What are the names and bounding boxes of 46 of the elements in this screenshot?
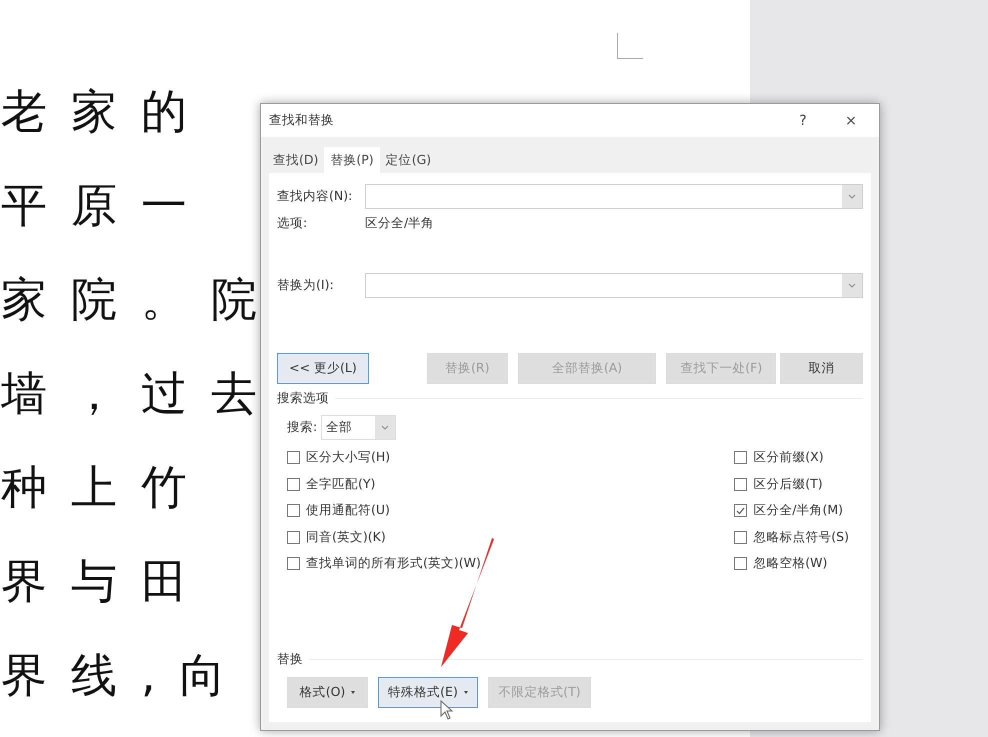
checkbox[interactable] (287, 530, 300, 544)
checkbox[interactable] (734, 530, 748, 544)
section-heading: 替换 (277, 651, 303, 668)
checkbox[interactable] (287, 478, 300, 490)
checkbox[interactable] (287, 504, 300, 517)
field-label: 查找内容(N): (277, 188, 354, 205)
dropdown-value: 全部 (325, 419, 354, 436)
document-text: 平原一 (1, 178, 211, 232)
document-text: 界与田 (1, 554, 211, 608)
options-label: 选项: (277, 215, 308, 232)
format-button[interactable]: 特殊格式(E) (378, 677, 478, 708)
checkbox-option[interactable]: 区分前缀(X) (734, 448, 849, 467)
checkbox-option[interactable]: 全字匹配(Y) (287, 474, 481, 494)
chevron-down-icon (381, 425, 390, 430)
checkbox[interactable] (734, 478, 748, 490)
search-label: 搜索: (287, 419, 318, 436)
close-button[interactable]: × (831, 112, 871, 128)
checkbox-option[interactable]: 忽略空格(W) (734, 554, 849, 573)
checkbox-option[interactable]: 区分大小写(H) (287, 448, 481, 467)
checkbox-option[interactable]: 同音(英文)(K) (287, 528, 481, 546)
search-dropdown[interactable]: 全部 (321, 415, 396, 440)
document-text: 种上竹 (1, 460, 211, 514)
tab[interactable]: 替换(P) (324, 147, 380, 173)
document-text: 老家的 (1, 84, 211, 138)
dialog-button[interactable]: 取消 (780, 353, 863, 384)
dialog-title: 查找和替换 (269, 112, 335, 129)
document-text: 界线,向 (1, 648, 250, 702)
chevron-down-icon (848, 283, 856, 288)
options-value: 区分全/半角 (365, 215, 434, 232)
checkbox-option[interactable]: 查找单词的所有形式(英文)(W) (287, 554, 481, 573)
checkbox[interactable] (734, 451, 748, 464)
checkbox[interactable] (287, 451, 300, 464)
checkbox[interactable] (734, 557, 748, 570)
help-button[interactable]: ? (783, 112, 823, 128)
find-field[interactable] (365, 184, 863, 209)
checkbox-option[interactable]: 使用通配符(U) (287, 501, 481, 520)
checkbox-option[interactable]: 区分全/半角(M) (734, 501, 849, 520)
checkbox-option[interactable]: 区分后缀(T) (734, 474, 849, 494)
checkbox[interactable] (734, 504, 748, 517)
checkbox[interactable] (287, 557, 300, 570)
checkbox-option[interactable]: 忽略标点符号(S) (734, 528, 849, 546)
replace-field[interactable] (365, 273, 863, 298)
dialog-button[interactable]: << 更少(L) (277, 353, 369, 384)
crop-mark (617, 33, 643, 59)
format-button[interactable]: 格式(O) (287, 677, 368, 708)
chevron-down-icon (848, 194, 856, 199)
